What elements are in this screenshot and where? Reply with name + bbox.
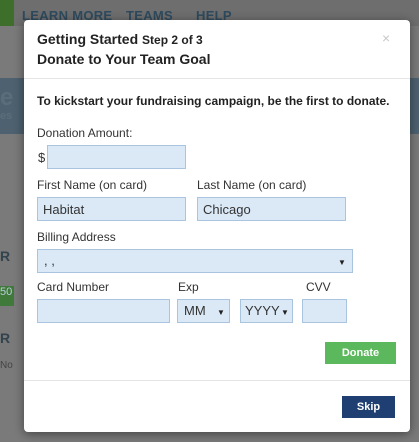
modal-title-text: Getting Started <box>37 31 139 47</box>
exp-year-select[interactable]: YYYY ▼ <box>240 299 293 323</box>
intro-text: To kickstart your fundraising campaign, … <box>37 94 390 108</box>
chevron-down-icon: ▼ <box>281 308 289 317</box>
billing-address-value: , , <box>44 253 55 268</box>
cvv-label: CVV <box>306 280 331 294</box>
modal-subtitle: Donate to Your Team Goal <box>37 51 211 67</box>
donation-amount-label: Donation Amount: <box>37 126 133 140</box>
exp-month-value: MM <box>184 303 206 318</box>
first-name-label: First Name (on card) <box>37 178 148 192</box>
exp-label: Exp <box>178 280 199 294</box>
donate-button[interactable]: Donate <box>325 342 396 364</box>
billing-address-label: Billing Address <box>37 230 116 244</box>
donation-amount-input[interactable] <box>47 145 186 169</box>
background-letter: No <box>0 360 13 371</box>
first-name-input[interactable] <box>37 197 186 221</box>
background-letter: e <box>0 84 14 111</box>
last-name-label: Last Name (on card) <box>197 178 307 192</box>
step-indicator: Step 2 of 3 <box>142 33 203 47</box>
exp-month-select[interactable]: MM ▼ <box>177 299 230 323</box>
background-badge: 50 <box>0 286 14 306</box>
skip-button[interactable]: Skip <box>342 396 395 418</box>
chevron-down-icon: ▼ <box>217 308 225 317</box>
close-icon[interactable]: × <box>382 30 390 46</box>
card-number-input[interactable] <box>37 299 170 323</box>
card-number-label: Card Number <box>37 280 110 294</box>
background-letter: R <box>0 330 11 346</box>
currency-symbol: $ <box>38 150 46 165</box>
last-name-input[interactable] <box>197 197 346 221</box>
background-letter: es <box>0 110 13 122</box>
exp-year-value: YYYY <box>245 303 280 318</box>
chevron-down-icon: ▼ <box>338 258 346 267</box>
footer-divider <box>24 380 410 381</box>
modal-title: Getting Started Step 2 of 3 <box>37 31 203 47</box>
background-letter: R <box>0 248 11 264</box>
background-nav-accent <box>0 0 14 26</box>
modal-header: Getting Started Step 2 of 3 Donate to Yo… <box>24 20 410 79</box>
billing-address-select[interactable]: , , ▼ <box>37 249 353 273</box>
cvv-input[interactable] <box>302 299 347 323</box>
getting-started-modal: Getting Started Step 2 of 3 Donate to Yo… <box>24 20 410 432</box>
